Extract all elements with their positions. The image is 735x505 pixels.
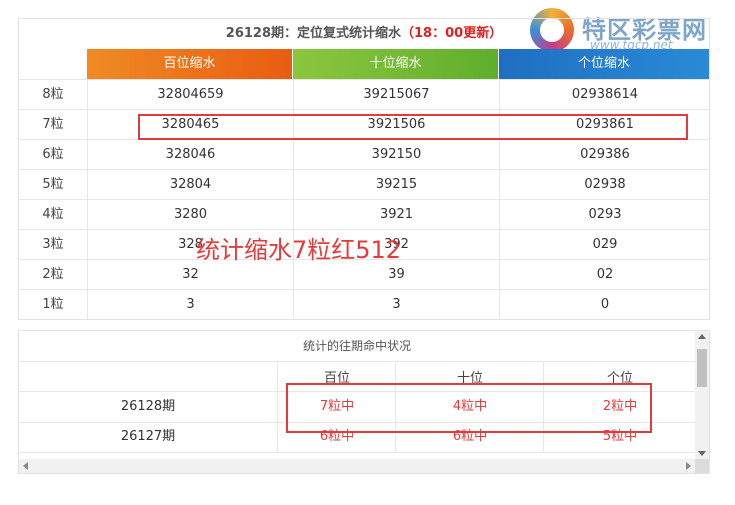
row-7-highlight-box <box>138 114 688 140</box>
hit-status-highlight-box <box>286 383 652 433</box>
overlay-annotation: 统计缩水7粒红512 <box>196 236 402 264</box>
history-period: 26127期 <box>120 429 176 444</box>
tens-value: 3 <box>293 290 499 320</box>
row-label: 4粒 <box>42 207 64 222</box>
history-period: 26128期 <box>120 399 176 414</box>
hundreds-value: 328046 <box>87 140 293 170</box>
scrollbar-corner <box>695 459 709 473</box>
row-label: 5粒 <box>42 177 64 192</box>
tens-value: 39215067 <box>293 80 499 110</box>
col-header-hundreds: 百位缩水 <box>87 49 292 79</box>
table-row: 5粒 32804 39215 02938 <box>19 169 709 200</box>
table-row: 4粒 3280 3921 0293 <box>19 199 709 230</box>
history-title: 统计的往期命中状况 <box>19 331 695 362</box>
scroll-up-icon[interactable] <box>698 334 706 339</box>
hundreds-value: 32804 <box>87 170 293 200</box>
units-value: 02 <box>499 260 710 290</box>
row-label: 2粒 <box>42 267 64 282</box>
scroll-thumb[interactable] <box>697 349 707 387</box>
tens-value: 3921 <box>293 200 499 230</box>
position-stat-table: 26128期：定位复式统计缩水（18：00更新） 百位缩水 十位缩水 个位缩水 … <box>18 18 710 320</box>
row-label: 1粒 <box>42 297 64 312</box>
vertical-scrollbar[interactable] <box>695 331 709 459</box>
units-value: 02938 <box>499 170 710 200</box>
tens-value: 392150 <box>293 140 499 170</box>
units-value: 029 <box>499 230 710 260</box>
col-header-tens: 十位缩水 <box>293 49 498 79</box>
units-value: 029386 <box>499 140 710 170</box>
scroll-right-icon[interactable] <box>686 462 691 470</box>
row-label: 7粒 <box>42 117 64 132</box>
hundreds-value: 3280 <box>87 200 293 230</box>
col-header-units: 个位缩水 <box>499 49 709 79</box>
table-row: 8粒 32804659 39215067 02938614 <box>19 79 709 110</box>
hundreds-value: 3 <box>87 290 293 320</box>
row-label: 6粒 <box>42 147 64 162</box>
units-value: 02938614 <box>499 80 710 110</box>
row-label: 8粒 <box>42 87 64 102</box>
row-label: 3粒 <box>42 237 64 252</box>
units-value: 0 <box>499 290 710 320</box>
table-row: 6粒 328046 392150 029386 <box>19 139 709 170</box>
tens-value: 39215 <box>293 170 499 200</box>
scroll-down-icon[interactable] <box>698 451 706 456</box>
title-text: 26128期：定位复式统计缩水 <box>225 26 402 41</box>
units-value: 0293 <box>499 200 710 230</box>
table-row: 1粒 3 3 0 <box>19 289 709 320</box>
hundreds-value: 32804659 <box>87 80 293 110</box>
update-time: （18：00更新） <box>401 26 503 41</box>
table-title: 26128期：定位复式统计缩水（18：00更新） <box>19 19 709 49</box>
horizontal-scrollbar[interactable] <box>19 459 695 473</box>
scroll-left-icon[interactable] <box>23 462 28 470</box>
